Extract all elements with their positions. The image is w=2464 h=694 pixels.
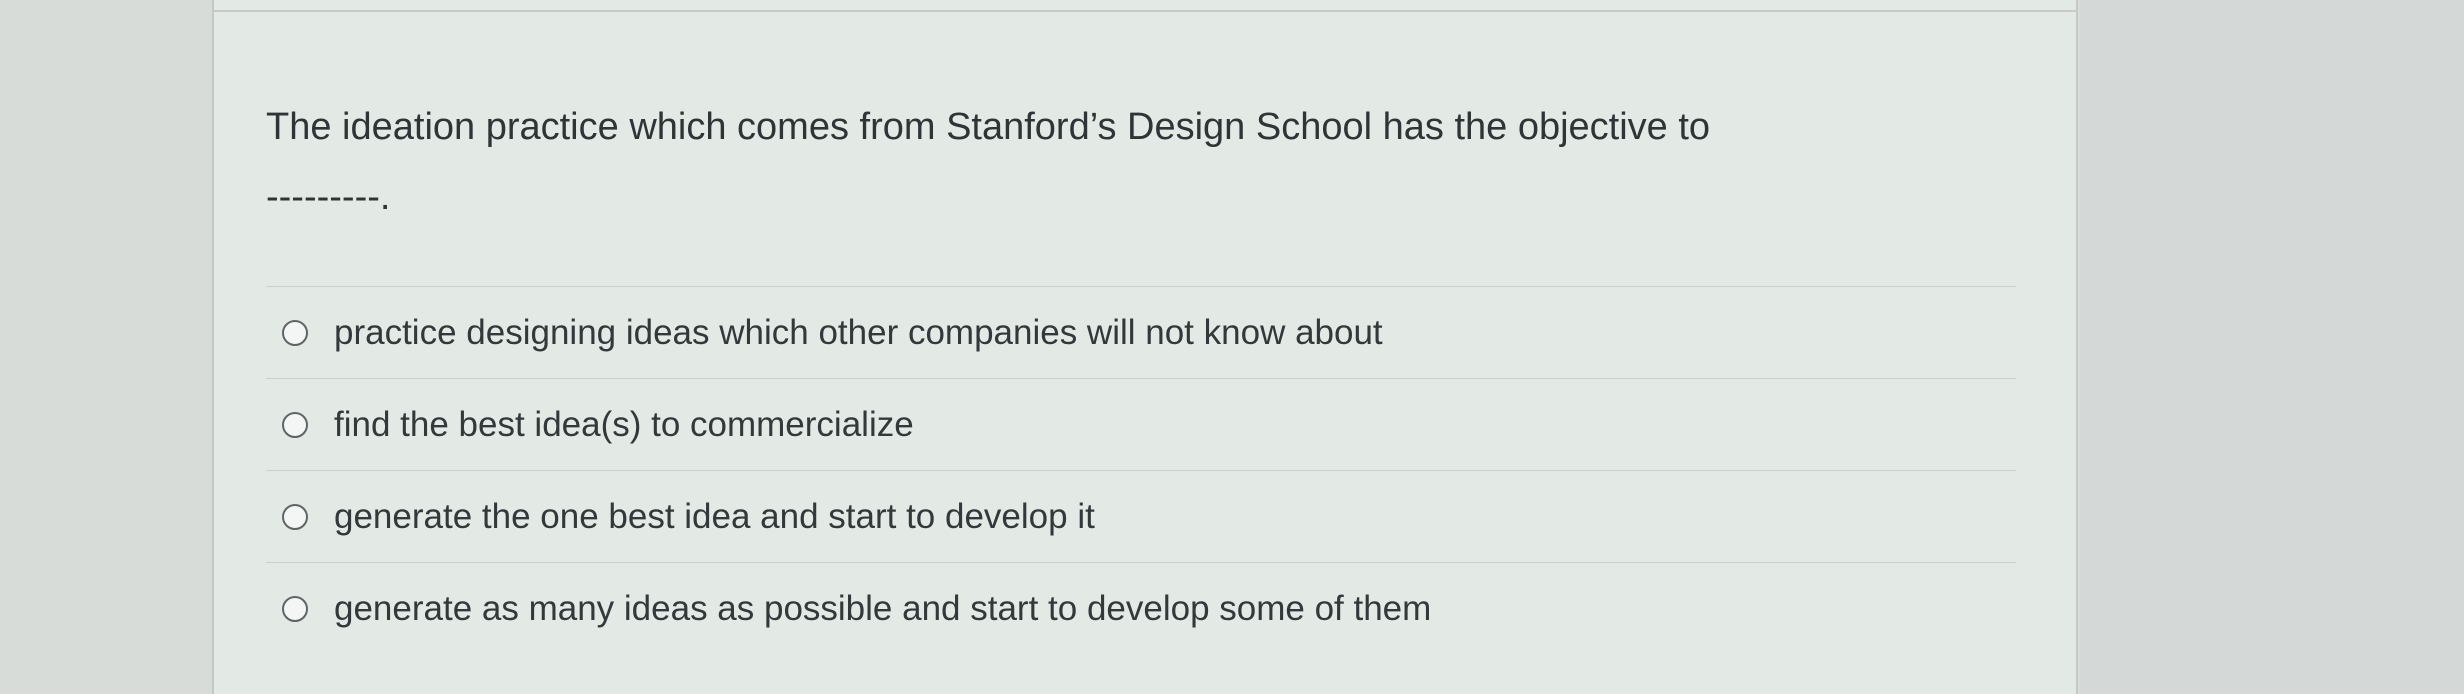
radio-button[interactable] (282, 411, 308, 438)
page-margin-left (0, 0, 212, 694)
answer-option-4[interactable]: generate as many ideas as possible and s… (266, 562, 2016, 654)
radio-button[interactable] (282, 503, 308, 530)
radio-button[interactable] (282, 595, 308, 622)
radio-button[interactable] (282, 319, 308, 346)
answer-option-1[interactable]: practice designing ideas which other com… (266, 286, 2016, 378)
answer-option-label: find the best idea(s) to commercialize (334, 404, 914, 444)
question-text: The ideation practice which comes from S… (266, 92, 2026, 232)
answer-option-label: generate the one best idea and start to … (334, 496, 1095, 536)
question-blank: ---------. (266, 176, 391, 218)
answer-option-label: practice designing ideas which other com… (334, 312, 1383, 352)
answer-option-2[interactable]: find the best idea(s) to commercialize (266, 378, 2016, 470)
question-prompt: The ideation practice which comes from S… (266, 106, 1711, 148)
card-top-divider (214, 10, 2076, 12)
answer-option-3[interactable]: generate the one best idea and start to … (266, 470, 2016, 562)
question-card: The ideation practice which comes from S… (212, 0, 2078, 694)
answer-option-label: generate as many ideas as possible and s… (334, 588, 1432, 628)
page-margin-right (2080, 0, 2464, 694)
answer-options: practice designing ideas which other com… (266, 286, 2016, 654)
